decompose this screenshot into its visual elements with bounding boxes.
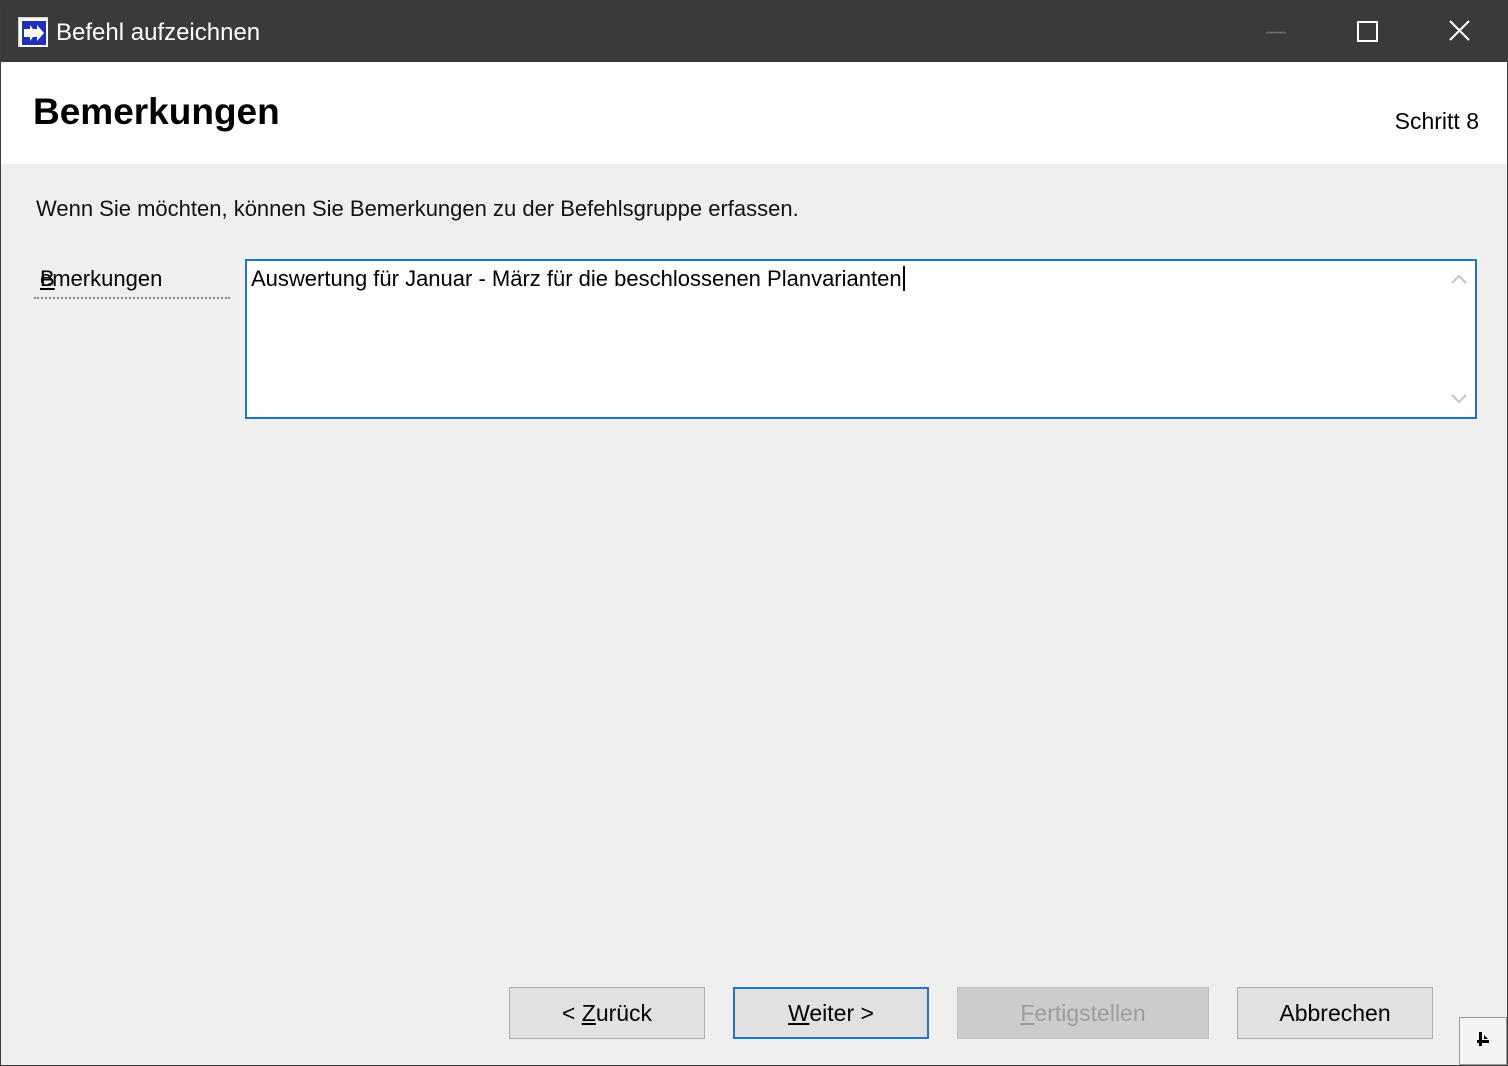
page-title: Bemerkungen [33, 91, 280, 132]
next-button-mnemonic: W [788, 1000, 810, 1026]
minimize-icon [1266, 31, 1286, 34]
wizard-header: Bemerkungen Schritt 8 [1, 62, 1507, 164]
instruction-text: Wenn Sie möchten, können Sie Bemerkungen… [36, 196, 799, 221]
scroll-up-button[interactable] [1443, 261, 1475, 297]
back-button-prefix: < [561, 1000, 582, 1026]
window-title: Befehl aufzeichnen [56, 19, 261, 46]
step-indicator: Schritt 8 [1394, 108, 1479, 134]
title-bar[interactable]: Befehl aufzeichnen [1, 1, 1507, 62]
finish-button-label: ertigstellen [1034, 1000, 1146, 1026]
cancel-button[interactable]: Abbrechen [1237, 987, 1433, 1039]
remarks-label-text: emerkungen [40, 266, 163, 291]
remarks-label: Bemerkungen [34, 265, 230, 299]
wizard-window: Befehl aufzeichnen Bemerkungen Schritt 8… [0, 0, 1508, 1066]
minimize-button[interactable] [1229, 1, 1321, 62]
chevron-up-icon [1451, 274, 1467, 284]
remarks-value: Auswertung für Januar - März für die bes… [251, 266, 902, 291]
next-button-label: eiter > [809, 1000, 874, 1026]
chevron-down-icon [1451, 394, 1467, 404]
finish-button-mnemonic: F [1020, 1000, 1035, 1026]
help-button[interactable] [1459, 1017, 1507, 1065]
close-icon [1449, 20, 1470, 41]
next-button[interactable]: Weiter > [733, 987, 929, 1039]
text-caret [902, 266, 905, 291]
scroll-down-button[interactable] [1443, 381, 1475, 417]
back-button-label: urück [595, 1000, 653, 1026]
double-arrow-icon [18, 17, 48, 47]
close-button[interactable] [1414, 1, 1506, 62]
finish-button: Fertigstellen [957, 987, 1209, 1039]
maximize-icon [1357, 21, 1378, 42]
back-button-mnemonic: Z [581, 1000, 596, 1026]
help-pointer-icon [1477, 1032, 1489, 1046]
back-button[interactable]: < Zurück [509, 987, 705, 1039]
maximize-button[interactable] [1321, 1, 1413, 62]
remarks-textarea[interactable]: Auswertung für Januar - März für die bes… [245, 259, 1477, 419]
remarks-scrollbar[interactable] [1443, 261, 1475, 417]
